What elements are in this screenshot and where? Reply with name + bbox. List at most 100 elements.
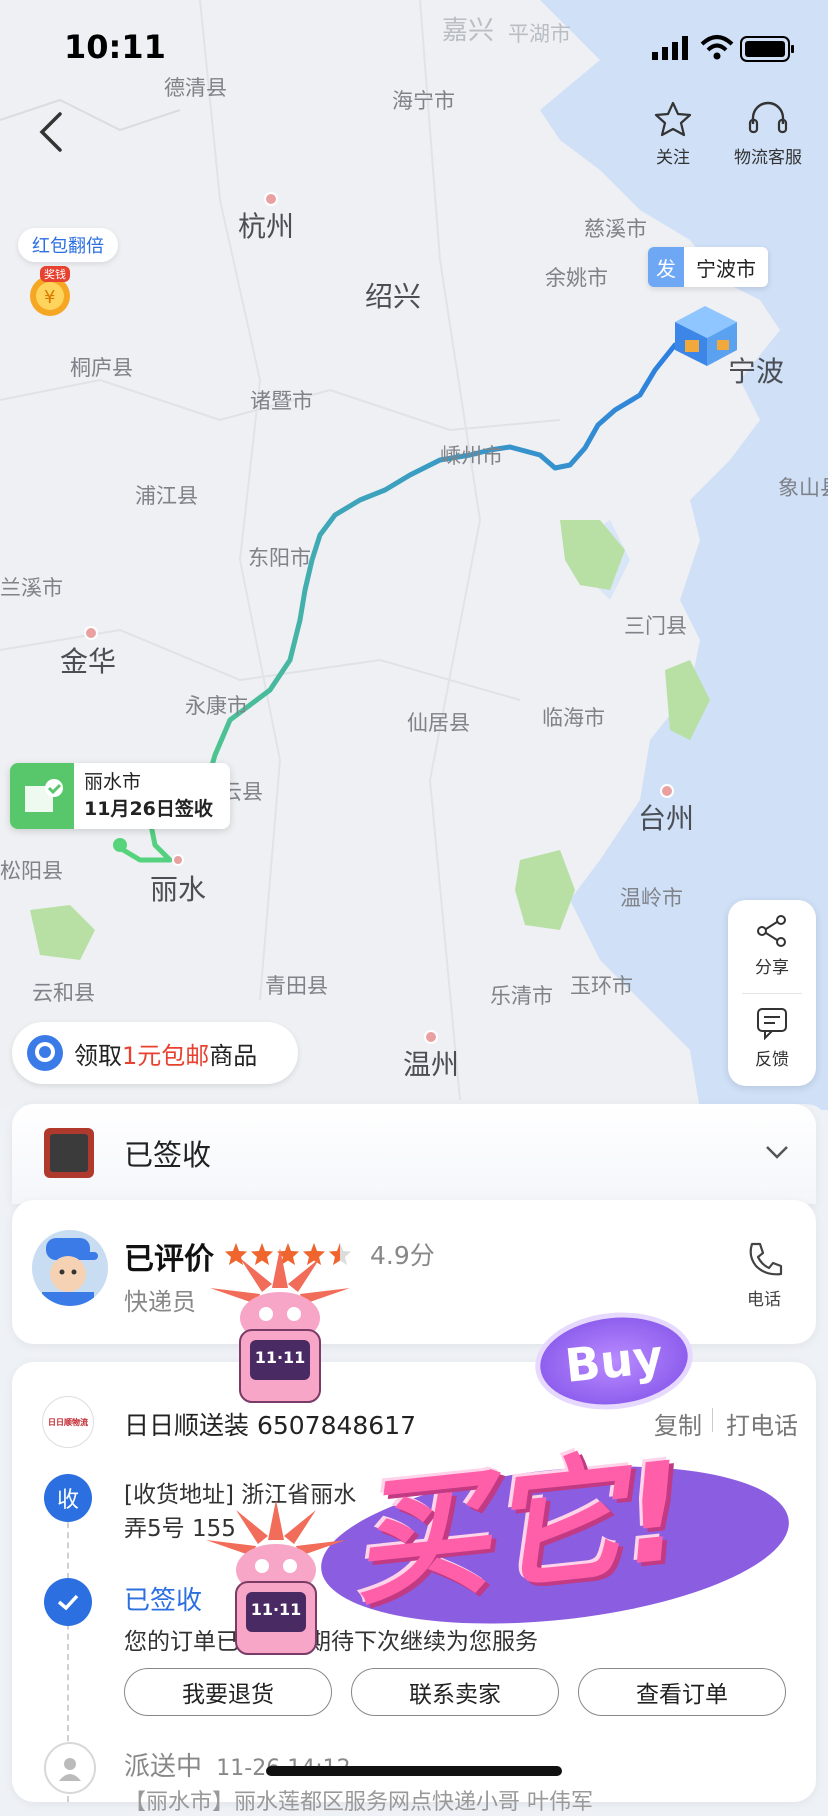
courier-score: 4.9分 (370, 1241, 435, 1270)
logistics-service-button[interactable]: 物流客服 (722, 100, 814, 168)
package-status-card[interactable]: 已签收 (12, 1104, 816, 1204)
signed-check-icon (44, 1578, 92, 1626)
destination-status: 11月26日签收 (84, 798, 213, 820)
origin-tag: 发 (648, 247, 684, 287)
delivering-desc: 【丽水市】丽水莲都区服务网点快递小哥 叶伟军 (124, 1790, 593, 1815)
city-label: 桐庐县 (70, 356, 133, 380)
destination-city: 丽水市 (84, 771, 142, 793)
receive-badge: 收 (44, 1474, 92, 1522)
product-thumbnail (44, 1128, 94, 1178)
delivering-row: 派送中 11-26 14:12 (124, 1746, 351, 1783)
contact-seller-button[interactable]: 联系卖家 (351, 1668, 559, 1716)
wifi-icon (700, 35, 734, 60)
city-label: 浦江县 (135, 484, 198, 508)
robot-screen-text: 11·11 (250, 1600, 302, 1619)
home-indicator[interactable] (266, 1766, 562, 1776)
courier-card: 已评价 4.9分 快递员 电话 (12, 1200, 816, 1344)
signed-title: 已签收 (124, 1586, 203, 1616)
city-label: 兰溪市 (0, 576, 63, 600)
city-label: 绍兴 (365, 280, 422, 313)
city-label: 临海市 (542, 706, 605, 730)
city-label: 德清县 (164, 76, 227, 100)
city-label: 平湖市 (508, 22, 571, 46)
phone-icon (749, 1242, 783, 1276)
city-label: 永康市 (185, 694, 248, 718)
free-shipping-promo[interactable]: 领取 1元包邮 商品 (12, 1022, 298, 1084)
coin-badge: 奖钱 (40, 266, 70, 282)
city-label: 嵊州市 (440, 444, 503, 468)
city-label: 乐清市 (490, 984, 553, 1008)
city-dot (84, 626, 98, 640)
feedback-icon (757, 1008, 787, 1041)
buy-it-sticker: 买它! (343, 1432, 693, 1625)
headset-icon (748, 101, 788, 134)
share-button[interactable]: 分享 (728, 914, 816, 978)
robot-mascot-icon (206, 1500, 346, 1655)
promo-suffix: 商品 (209, 1041, 258, 1070)
city-label: 海宁市 (392, 89, 455, 113)
back-icon[interactable] (36, 110, 66, 154)
share-label: 分享 (755, 958, 789, 978)
follow-button[interactable]: 关注 (648, 100, 698, 168)
city-label: 台州 (638, 802, 695, 835)
city-label: 象山县 (778, 476, 828, 500)
svg-text:¥: ¥ (44, 287, 55, 308)
robot-sticker: 11·11 (196, 1500, 356, 1660)
call-button[interactable]: 打电话 (726, 1406, 798, 1441)
city-dot (424, 1030, 438, 1044)
city-label: 温岭市 (620, 886, 683, 910)
origin-city: 宁波市 (696, 256, 756, 281)
city-label: 仙居县 (407, 711, 470, 735)
city-label: 青田县 (265, 974, 328, 998)
promo-highlight: 1元包邮 (122, 1041, 210, 1070)
city-label: 诸暨市 (250, 389, 313, 413)
side-actions: 分享 反馈 (728, 900, 816, 1086)
city-label: 三门县 (624, 614, 687, 638)
logistics-service-label: 物流客服 (734, 148, 802, 168)
city-label: 慈溪市 (584, 217, 647, 241)
feedback-label: 反馈 (755, 1050, 789, 1070)
city-label: 松阳县 (0, 859, 63, 883)
map-terrain (0, 0, 828, 1110)
city-label: 杭州 (238, 210, 295, 243)
city-dot (264, 192, 278, 206)
coin-reward-button[interactable]: ¥ 奖钱 (28, 266, 74, 316)
person-icon (44, 1742, 96, 1794)
courier-role: 快递员 (124, 1288, 196, 1316)
star-outline-icon (654, 101, 692, 137)
city-label: 东阳市 (248, 546, 311, 570)
status-time: 10:11 (64, 28, 166, 66)
divider (742, 993, 802, 994)
robot-screen-text: 11·11 (254, 1348, 306, 1367)
call-courier-button[interactable]: 电话 (744, 1240, 784, 1310)
delivering-title: 派送中 (124, 1752, 203, 1782)
carrier-logo: 日日顺物流 (42, 1396, 94, 1448)
city-label: 丽水 (150, 873, 207, 906)
return-button[interactable]: 我要退货 (124, 1668, 332, 1716)
city-label: 温州 (403, 1048, 460, 1081)
city-label: 云和县 (32, 981, 95, 1005)
promo-prefix: 领取 (74, 1041, 122, 1070)
city-label: 余姚市 (545, 266, 608, 290)
red-packet-pill[interactable]: 红包翻倍 (18, 228, 118, 262)
delivered-box-icon (10, 763, 74, 829)
feedback-button[interactable]: 反馈 (728, 1006, 816, 1070)
warehouse-icon (675, 306, 737, 366)
courier-avatar (32, 1230, 108, 1306)
divider (712, 1408, 713, 1432)
phone-label: 电话 (747, 1290, 781, 1310)
chevron-down-icon[interactable] (764, 1142, 790, 1162)
follow-label: 关注 (656, 148, 690, 168)
city-label: 嘉兴 (442, 16, 495, 46)
robot-mascot-icon (210, 1248, 350, 1403)
city-dot (660, 784, 674, 798)
signal-icon (652, 36, 688, 60)
map-view[interactable]: 嘉兴 平湖市 德清县 海宁市 杭州 慈溪市 绍兴 余姚市 桐庐县 诸暨市 宁波 … (0, 0, 828, 1110)
view-order-button[interactable]: 查看订单 (578, 1668, 786, 1716)
origin-marker[interactable]: 发 宁波市 (648, 247, 768, 287)
destination-marker[interactable]: 丽水市 11月26日签收 (10, 763, 230, 829)
city-label: 玉环市 (570, 974, 633, 998)
robot-sticker: 11·11 (200, 1248, 360, 1408)
battery-icon (740, 36, 794, 62)
share-icon (757, 915, 786, 947)
